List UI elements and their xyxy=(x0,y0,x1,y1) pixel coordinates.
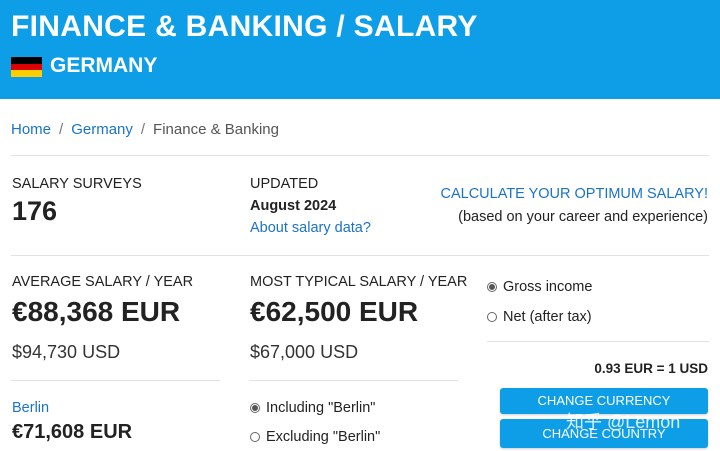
divider xyxy=(11,380,220,381)
divider xyxy=(11,255,709,256)
exchange-rate: 0.93 EUR = 1 USD xyxy=(594,361,708,376)
divider xyxy=(487,341,709,342)
divider xyxy=(11,155,709,156)
page-header: FINANCE & BANKING / SALARY GERMANY xyxy=(0,0,720,99)
calculate-subtitle: (based on your career and experience) xyxy=(458,209,708,225)
average-salary-usd: $94,730 USD xyxy=(12,342,121,362)
about-salary-data-link[interactable]: About salary data? xyxy=(250,220,371,236)
germany-flag-icon xyxy=(11,57,42,77)
typical-salary-label: MOST TYPICAL SALARY / YEAR xyxy=(250,274,468,290)
breadcrumb-home-link[interactable]: Home xyxy=(11,121,51,138)
typical-salary-usd: $67,000 USD xyxy=(250,342,359,362)
divider xyxy=(249,380,458,381)
updated-date: August 2024 xyxy=(250,198,337,214)
breadcrumb-separator: / xyxy=(140,121,146,138)
page-title: FINANCE & BANKING / SALARY xyxy=(11,10,478,43)
breadcrumb-current: Finance & Banking xyxy=(153,121,279,138)
excluding-berlin-label: Excluding "Berlin" xyxy=(266,429,381,445)
gross-income-label: Gross income xyxy=(503,279,593,295)
excluding-berlin-radio[interactable]: Excluding "Berlin" xyxy=(250,429,380,445)
country-name: GERMANY xyxy=(50,54,158,77)
updated-label: UPDATED xyxy=(250,176,319,192)
breadcrumb-country-link[interactable]: Germany xyxy=(71,121,133,138)
average-salary-eur: €88,368 EUR xyxy=(12,296,181,327)
average-salary-label: AVERAGE SALARY / YEAR xyxy=(12,274,194,290)
radio-checked-icon xyxy=(487,282,497,292)
including-berlin-radio[interactable]: Including "Berlin" xyxy=(250,400,375,416)
breadcrumb-separator: / xyxy=(59,121,64,138)
salary-surveys-count: 176 xyxy=(12,196,58,226)
typical-salary-eur: €62,500 EUR xyxy=(250,296,419,327)
city-salary-eur: €71,608 EUR xyxy=(12,421,133,443)
radio-unchecked-icon xyxy=(487,312,497,322)
net-income-radio[interactable]: Net (after tax) xyxy=(487,309,592,325)
gross-income-radio[interactable]: Gross income xyxy=(487,279,592,295)
including-berlin-label: Including "Berlin" xyxy=(266,400,376,416)
watermark: 知乎 @Lemon xyxy=(566,412,681,432)
city-berlin-link[interactable]: Berlin xyxy=(12,400,49,416)
radio-checked-icon xyxy=(250,403,260,413)
salary-surveys-label: SALARY SURVEYS xyxy=(12,176,142,192)
calculate-optimum-salary-link[interactable]: CALCULATE YOUR OPTIMUM SALARY! xyxy=(440,186,708,202)
breadcrumb: Home / Germany / Finance & Banking xyxy=(11,121,279,138)
radio-unchecked-icon xyxy=(250,432,260,442)
net-income-label: Net (after tax) xyxy=(503,309,592,325)
